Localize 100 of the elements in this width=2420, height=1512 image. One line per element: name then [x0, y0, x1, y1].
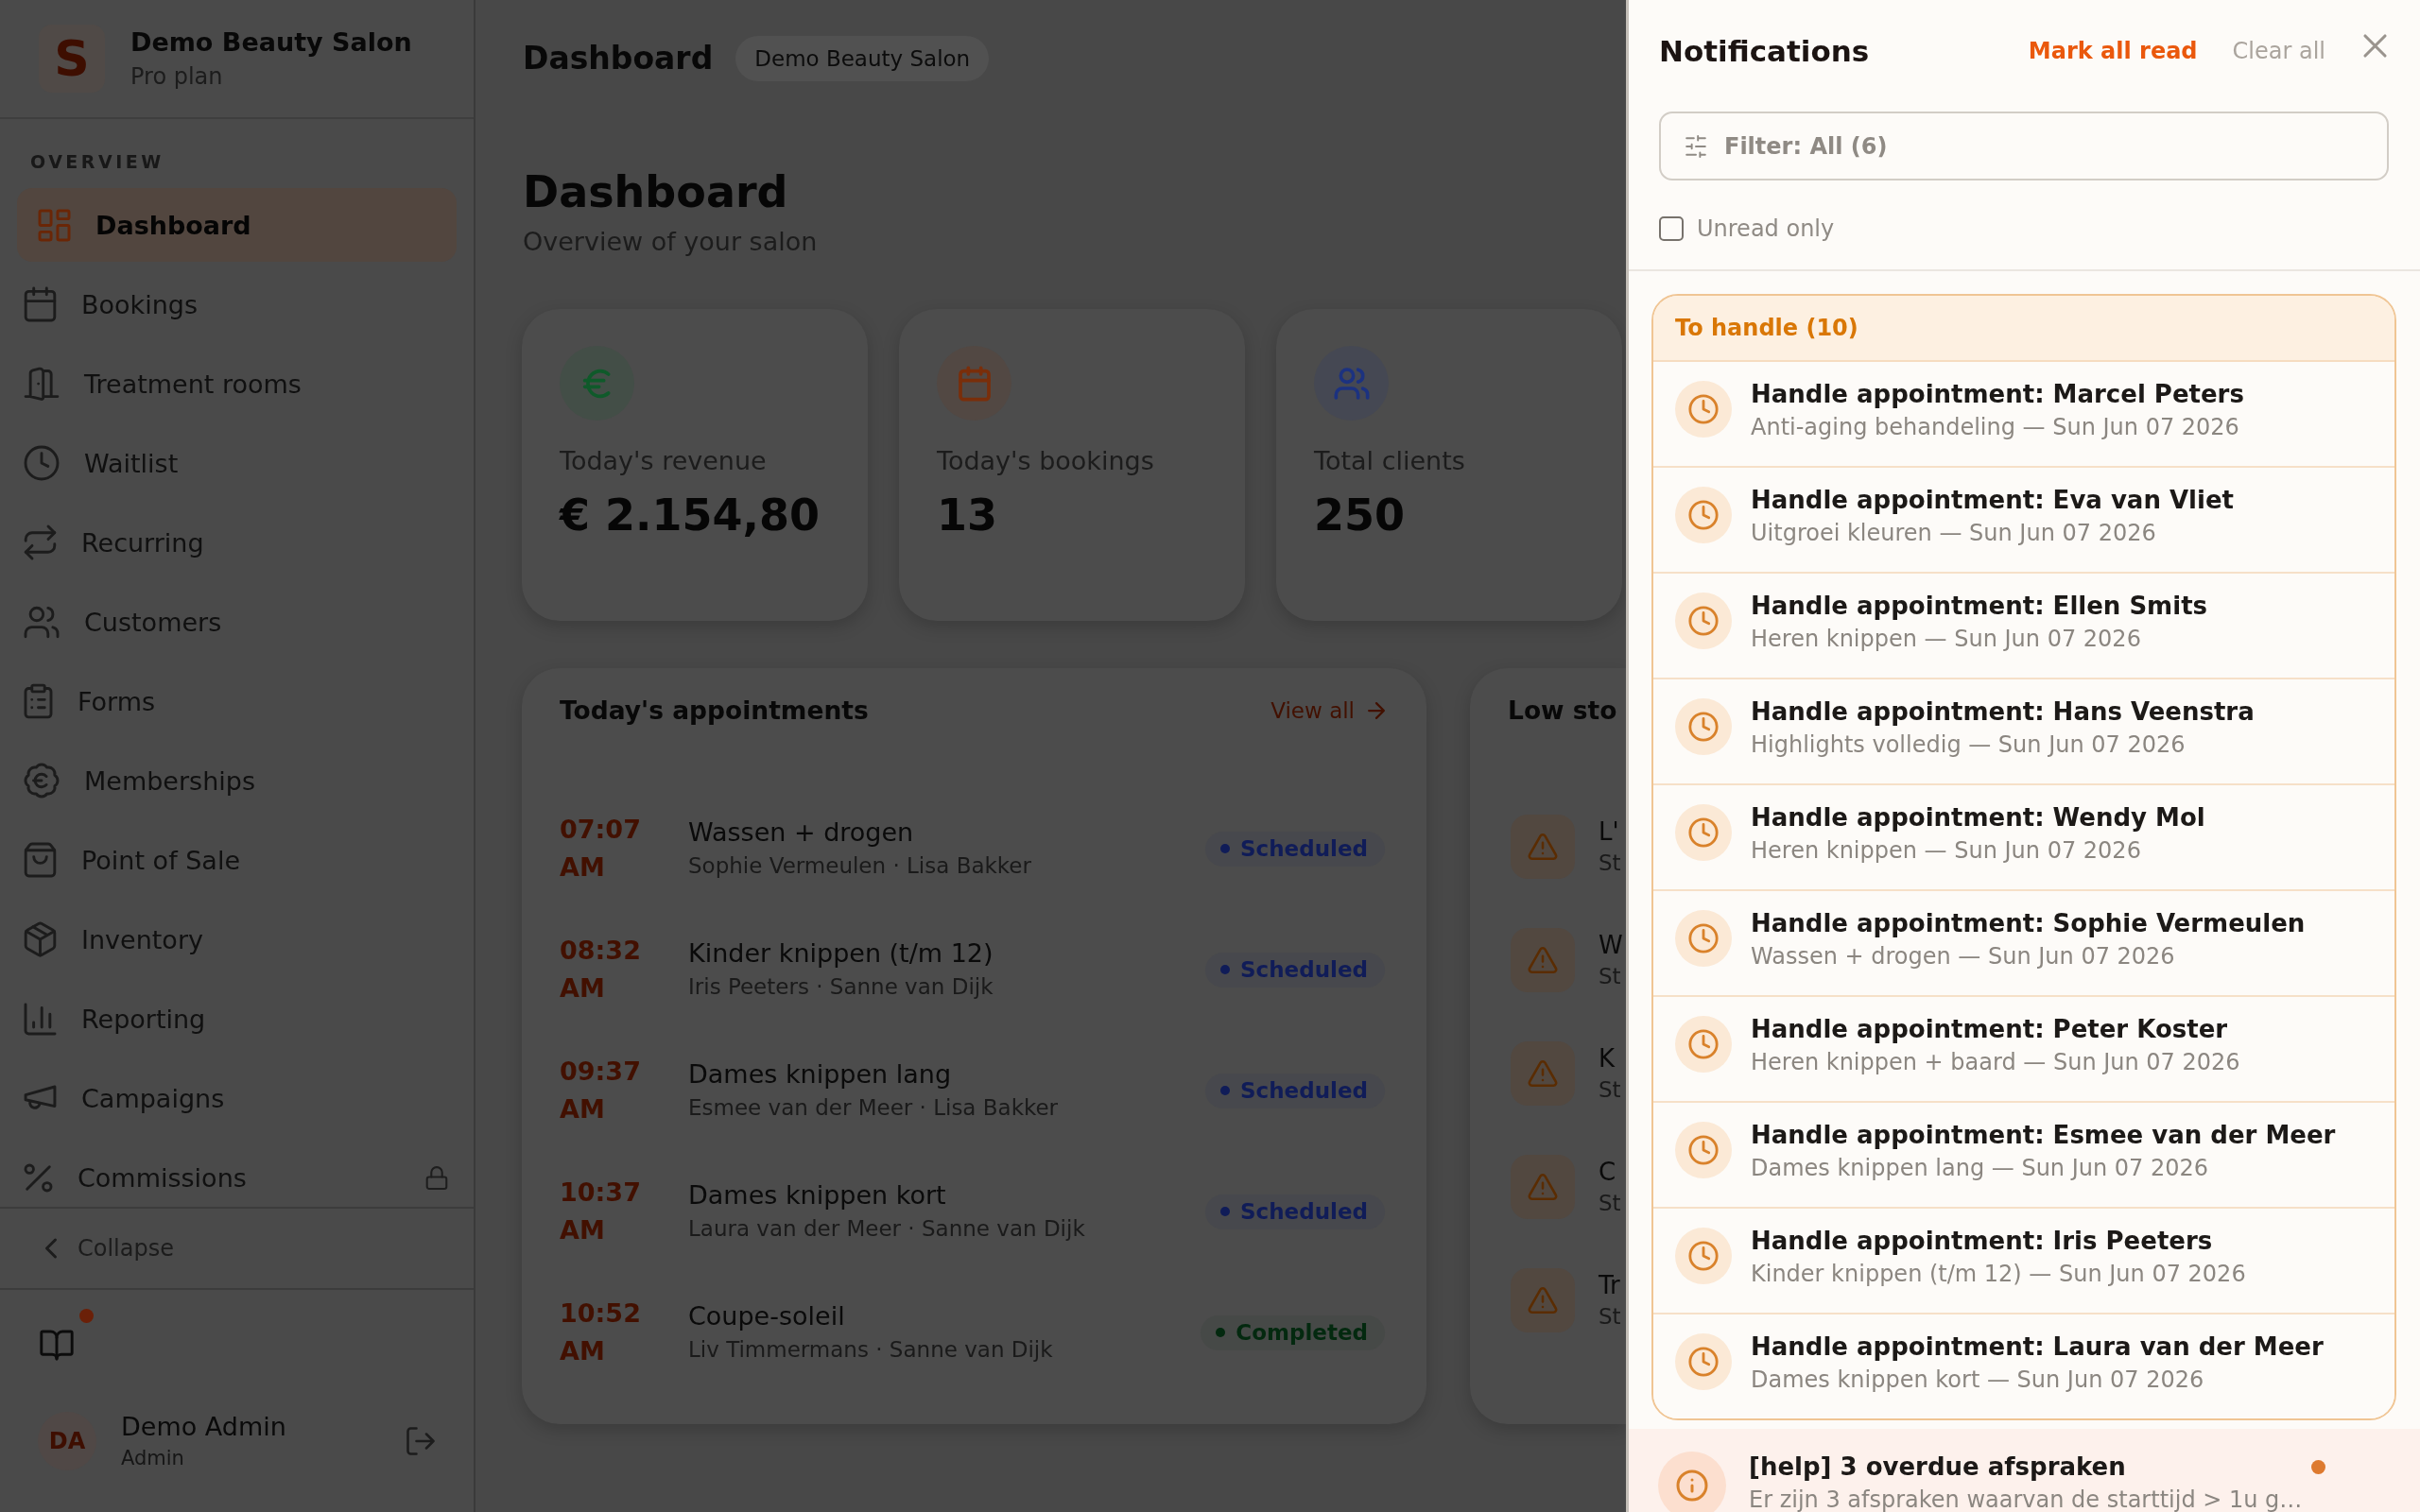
status-label: Scheduled — [1240, 1198, 1368, 1226]
nav-item[interactable]: Campaigns — [17, 1061, 457, 1135]
appointment-time: 10:52 AM — [560, 1297, 641, 1367]
notification-subtitle: Kinder knippen (t/m 12) — Sun Jun 07 2026 — [1751, 1260, 2246, 1289]
checkbox[interactable] — [1659, 216, 1684, 241]
clock-icon — [1675, 1122, 1732, 1178]
stat-value: € 2.154,80 — [560, 489, 820, 541]
service-name: Dames knippen kort — [688, 1179, 946, 1211]
bar-chart-icon — [26, 1004, 55, 1034]
nav-item[interactable]: Commissions — [17, 1141, 457, 1207]
notification-item[interactable]: [help] 3 overdue afspraken Er zijn 3 afspraken waarvan de starttijd > 1u g… — [1629, 1429, 2420, 1512]
clear-all-button[interactable]: Clear all — [2232, 35, 2325, 67]
product-name: C — [1599, 1157, 1616, 1188]
warning-icon — [1511, 815, 1575, 879]
clock-icon — [1675, 593, 1732, 649]
info-icon — [1658, 1452, 1726, 1512]
stat-value: 250 — [1314, 489, 1406, 541]
nav-item[interactable]: Treatment rooms — [17, 347, 457, 421]
status-label: Completed — [1236, 1319, 1368, 1347]
checkbox-label: Unread only — [1697, 215, 1835, 244]
notification-title: Handle appointment: Eva van Vliet — [1751, 485, 2234, 516]
dashboard-grid-icon — [40, 210, 69, 240]
nav-item[interactable]: Forms — [17, 664, 457, 738]
view-all-link[interactable]: View all — [1270, 696, 1385, 726]
notification-item[interactable]: Handle appointment: Laura van der Meer Dames knippen kort — Sun Jun 07 2026 — [1653, 1313, 2394, 1418]
clock-icon — [1675, 804, 1732, 861]
salon-tag: Demo Beauty Salon — [735, 36, 990, 81]
service-name: Wassen + drogen — [688, 816, 914, 849]
warning-icon — [1511, 928, 1575, 992]
nav-item[interactable]: Inventory — [17, 902, 457, 976]
percent-icon — [26, 1164, 51, 1191]
appointment-time: 10:37 AM — [560, 1177, 641, 1246]
bag-icon — [26, 844, 55, 876]
page-title: Dashboard — [523, 165, 788, 218]
panel-title: Notifications — [1659, 33, 1870, 70]
notification-title: Handle appointment: Hans Veenstra — [1751, 696, 2255, 728]
clock-icon — [1675, 698, 1732, 755]
door-icon — [26, 368, 58, 400]
brand-logo: S — [39, 25, 105, 93]
nav-item[interactable]: Customers — [17, 585, 457, 659]
notification-title: Handle appointment: Wendy Mol — [1751, 802, 2205, 833]
nav-item[interactable]: Dashboard — [17, 188, 457, 262]
service-name: Kinder knippen (t/m 12) — [688, 937, 994, 970]
notification-subtitle: Heren knippen — Sun Jun 07 2026 — [1751, 625, 2141, 654]
notification-title: Handle appointment: Esmee van der Meer — [1751, 1120, 2336, 1151]
clock-icon — [1675, 487, 1732, 543]
nav-item[interactable]: Bookings — [17, 267, 457, 341]
notification-title: Handle appointment: Iris Peeters — [1751, 1226, 2213, 1257]
clock-icon — [1675, 1333, 1732, 1390]
warning-icon — [1511, 1041, 1575, 1106]
notification-subtitle: Dames knippen kort — Sun Jun 07 2026 — [1751, 1366, 2204, 1395]
notification-subtitle: Wassen + drogen — Sun Jun 07 2026 — [1751, 942, 2175, 971]
mark-all-read-button[interactable]: Mark all read — [2028, 35, 2198, 67]
clipboard-icon — [26, 685, 51, 717]
euro-badge-icon — [26, 765, 58, 797]
service-name: Coupe-soleil — [688, 1300, 845, 1332]
nav-item[interactable]: Memberships — [17, 744, 457, 817]
warning-icon — [1511, 1268, 1575, 1332]
book-icon[interactable] — [41, 1331, 73, 1360]
chevron-left-icon — [45, 1238, 57, 1259]
status-label: Scheduled — [1240, 956, 1368, 984]
notification-subtitle: Heren knippen — Sun Jun 07 2026 — [1751, 836, 2141, 866]
filter-dropdown[interactable]: Filter: All (6) — [1659, 112, 2389, 180]
clock-icon — [1675, 381, 1732, 438]
product-name: Tr — [1599, 1270, 1620, 1301]
brand-name: Demo Beauty Salon — [130, 26, 412, 59]
notification-subtitle: Highlights volledig — Sun Jun 07 2026 — [1751, 730, 2186, 760]
card-title: Today's appointments — [560, 695, 869, 727]
appointment-time: 08:32 AM — [560, 935, 641, 1005]
notification-subtitle: Er zijn 3 afspraken waarvan de starttijd > 1u g… — [1749, 1486, 2303, 1512]
clock-icon — [1675, 1228, 1732, 1284]
logout-icon[interactable] — [406, 1427, 435, 1455]
warning-icon — [1511, 1155, 1575, 1219]
clock-icon — [26, 447, 58, 479]
arrow-right-icon — [1368, 702, 1385, 719]
product-name: L' — [1599, 816, 1619, 848]
group-header: To handle (10) — [1653, 296, 2394, 362]
nav-item[interactable]: Reporting — [17, 982, 457, 1056]
service-name: Dames knippen lang — [688, 1058, 952, 1091]
nav-item[interactable]: Waitlist — [17, 426, 457, 500]
close-icon[interactable] — [2365, 35, 2385, 56]
notification-subtitle: Uitgroei kleuren — Sun Jun 07 2026 — [1751, 519, 2156, 548]
clock-icon — [1675, 1016, 1732, 1073]
stat-value: 13 — [937, 489, 997, 541]
notification-title: Handle appointment: Marcel Peters — [1751, 379, 2244, 410]
notification-title: [help] 3 overdue afspraken — [1749, 1452, 2126, 1483]
repeat-icon — [26, 526, 55, 558]
people-icon — [26, 607, 58, 637]
product-name: W — [1599, 930, 1623, 961]
sliders-icon — [1685, 134, 1707, 158]
notification-title: Handle appointment: Peter Koster — [1751, 1014, 2228, 1045]
status-label: Scheduled — [1240, 1077, 1368, 1105]
card-title: Low sto — [1508, 696, 1617, 725]
nav-item[interactable]: Recurring — [17, 506, 457, 579]
notification-title: Handle appointment: Laura van der Meer — [1751, 1332, 2324, 1363]
avatar: DA — [38, 1412, 96, 1470]
notification-subtitle: Dames knippen lang — Sun Jun 07 2026 — [1751, 1154, 2209, 1183]
nav-item[interactable]: Point of Sale — [17, 823, 457, 897]
header-title: Dashboard — [523, 39, 714, 78]
notification-subtitle: Heren knippen + baard — Sun Jun 07 2026 — [1751, 1048, 2240, 1077]
